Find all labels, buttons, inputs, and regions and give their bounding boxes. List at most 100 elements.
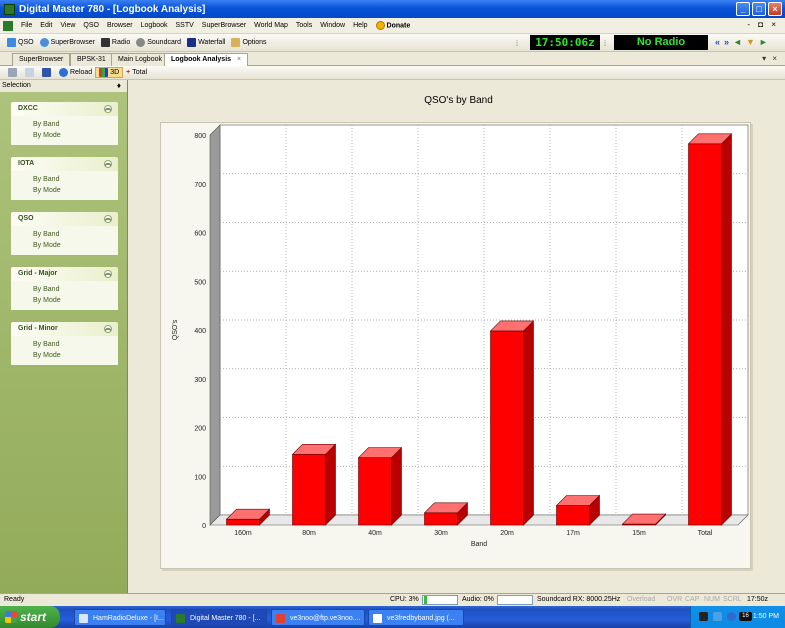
save-button[interactable] — [39, 68, 56, 77]
grid-major-by-band-link[interactable]: By Band — [33, 284, 118, 295]
total-label: Total — [132, 69, 148, 76]
soundcard-rx: Soundcard RX: 8000.25Hz — [537, 596, 621, 603]
menu-sstv[interactable]: SSTV — [172, 22, 198, 29]
qso-button[interactable]: QSO — [4, 38, 37, 47]
menu-help[interactable]: Help — [349, 22, 371, 29]
radio-button[interactable]: Radio — [98, 38, 133, 47]
task-hamradiodeluxe[interactable]: HamRadioDeluxe - [I... — [74, 609, 166, 626]
x-tick-label: 17m — [566, 530, 580, 537]
bar-20m — [490, 330, 524, 526]
mdi-icon[interactable] — [3, 20, 13, 31]
maximize-button[interactable]: □ — [752, 2, 766, 16]
window-controls: _ □ × — [736, 2, 782, 16]
group-body: By Band By Mode — [11, 281, 118, 310]
waterfall-label: Waterfall — [198, 39, 226, 46]
collapse-icon[interactable]: ︽ — [104, 215, 112, 223]
tab-superbrowser[interactable]: SuperBrowser — [12, 53, 71, 66]
group-header[interactable]: Grid - Major ︽ — [11, 267, 118, 281]
task-digital-master[interactable]: Digital Master 780 - [... — [171, 609, 267, 626]
minimize-button[interactable]: _ — [736, 2, 750, 16]
menu-view[interactable]: View — [56, 22, 79, 29]
forward-double-icon[interactable]: » — [724, 37, 729, 47]
print-preview-button[interactable] — [22, 68, 39, 77]
tab-main-logbook[interactable]: Main Logbook — [111, 53, 169, 66]
prev-icon[interactable]: ◄ — [733, 37, 742, 47]
iota-by-mode-link[interactable]: By Mode — [33, 185, 118, 196]
waterfall-button[interactable]: Waterfall — [184, 38, 228, 47]
dxcc-by-mode-link[interactable]: By Mode — [33, 130, 118, 141]
group-header[interactable]: DXCC ︽ — [11, 102, 118, 116]
tray-help-icon[interactable] — [699, 612, 708, 621]
chart-3d-icon — [99, 68, 109, 77]
toolbar-grip-icon[interactable]: ⁞ — [516, 41, 518, 48]
close-button[interactable]: × — [768, 2, 782, 16]
view-3d-button[interactable]: 3D — [95, 67, 124, 78]
tab-close-icon[interactable]: × — [237, 56, 241, 63]
tray-security-icon[interactable] — [727, 612, 736, 621]
grid-minor-by-band-link[interactable]: By Band — [33, 339, 118, 350]
collapse-icon[interactable]: ︽ — [104, 270, 112, 278]
status-bar: Ready CPU: 3% Audio: 0% Soundcard RX: 80… — [0, 593, 785, 606]
mdi-controls[interactable]: - ◘ × — [747, 20, 779, 29]
bar-40m — [358, 457, 392, 526]
start-button[interactable]: start — [0, 606, 60, 628]
total-button[interactable]: + Total — [123, 69, 150, 76]
menu-world-map[interactable]: World Map — [250, 22, 292, 29]
pin-icon[interactable]: ♦ — [117, 80, 121, 92]
bar-160m — [226, 518, 260, 526]
x-axis-label: Band — [471, 541, 487, 548]
overload-indicator: Overload — [627, 596, 656, 603]
grid-major-by-mode-link[interactable]: By Mode — [33, 295, 118, 306]
audio-label: Audio: 0% — [462, 596, 494, 603]
nav-arrows: « » ◄ ▼ ► — [715, 37, 768, 47]
qso-label: QSO — [18, 39, 34, 46]
menu-superbrowser[interactable]: SuperBrowser — [198, 22, 250, 29]
dxcc-by-band-link[interactable]: By Band — [33, 119, 118, 130]
x-tick-label: 40m — [368, 530, 382, 537]
reload-button[interactable]: Reload — [56, 68, 95, 77]
folder-dropdown-icon[interactable]: ▼ — [746, 37, 755, 47]
tab-logbook-analysis[interactable]: Logbook Analysis × — [164, 53, 249, 67]
status-ready: Ready — [4, 596, 25, 603]
menu-file[interactable]: File — [17, 22, 36, 29]
soundcard-button[interactable]: Soundcard — [133, 38, 184, 47]
windows-logo-icon — [5, 611, 17, 623]
menu-edit[interactable]: Edit — [36, 22, 56, 29]
menu-qso[interactable]: QSO — [79, 22, 103, 29]
tray-badge-icon[interactable]: 16 — [739, 612, 752, 621]
waterfall-icon — [187, 38, 197, 47]
soundcard-label: Soundcard — [147, 39, 182, 46]
collapse-icon[interactable]: ︽ — [104, 160, 112, 168]
status-time: 17:50z — [747, 596, 769, 603]
bar-side-40m — [391, 447, 402, 526]
menu-window[interactable]: Window — [316, 22, 349, 29]
group-header[interactable]: IOTA ︽ — [11, 157, 118, 171]
group-header[interactable]: Grid - Minor ︽ — [11, 322, 118, 336]
menu-logbook[interactable]: Logbook — [137, 22, 172, 29]
group-title: Grid - Minor — [18, 325, 58, 332]
options-button[interactable]: Options — [228, 38, 269, 47]
tray-network-icon[interactable] — [713, 612, 722, 621]
back-double-icon[interactable]: « — [715, 37, 720, 47]
qso-by-band-link[interactable]: By Band — [33, 229, 118, 240]
y-tick-label: 100 — [194, 474, 206, 481]
print-button[interactable] — [5, 68, 22, 77]
next-icon[interactable]: ► — [759, 37, 768, 47]
collapse-icon[interactable]: ︽ — [104, 325, 112, 333]
iota-by-band-link[interactable]: By Band — [33, 174, 118, 185]
group-title: IOTA — [18, 160, 35, 167]
toolbar-grip-icon[interactable]: ⁞ — [604, 41, 606, 48]
qso-by-mode-link[interactable]: By Mode — [33, 240, 118, 251]
group-header[interactable]: QSO ︽ — [11, 212, 118, 226]
task-ftp[interactable]: ve3noo@ftp.ve3noo.... — [271, 609, 365, 626]
collapse-icon[interactable]: ︽ — [104, 105, 112, 113]
tab-bpsk-31[interactable]: BPSK-31 — [70, 53, 113, 66]
grid-minor-by-mode-link[interactable]: By Mode — [33, 350, 118, 361]
donate-button[interactable]: Donate — [372, 21, 415, 30]
superbrowser-button[interactable]: SuperBrowser — [37, 38, 98, 47]
menu-browser[interactable]: Browser — [103, 22, 137, 29]
task-image-viewer[interactable]: ve3fredbyband.jpg (... — [368, 609, 464, 626]
tabbar-controls[interactable]: ▾ × — [762, 54, 779, 63]
window-titlebar[interactable]: Digital Master 780 - [Logbook Analysis] … — [0, 0, 785, 18]
menu-tools[interactable]: Tools — [292, 22, 316, 29]
